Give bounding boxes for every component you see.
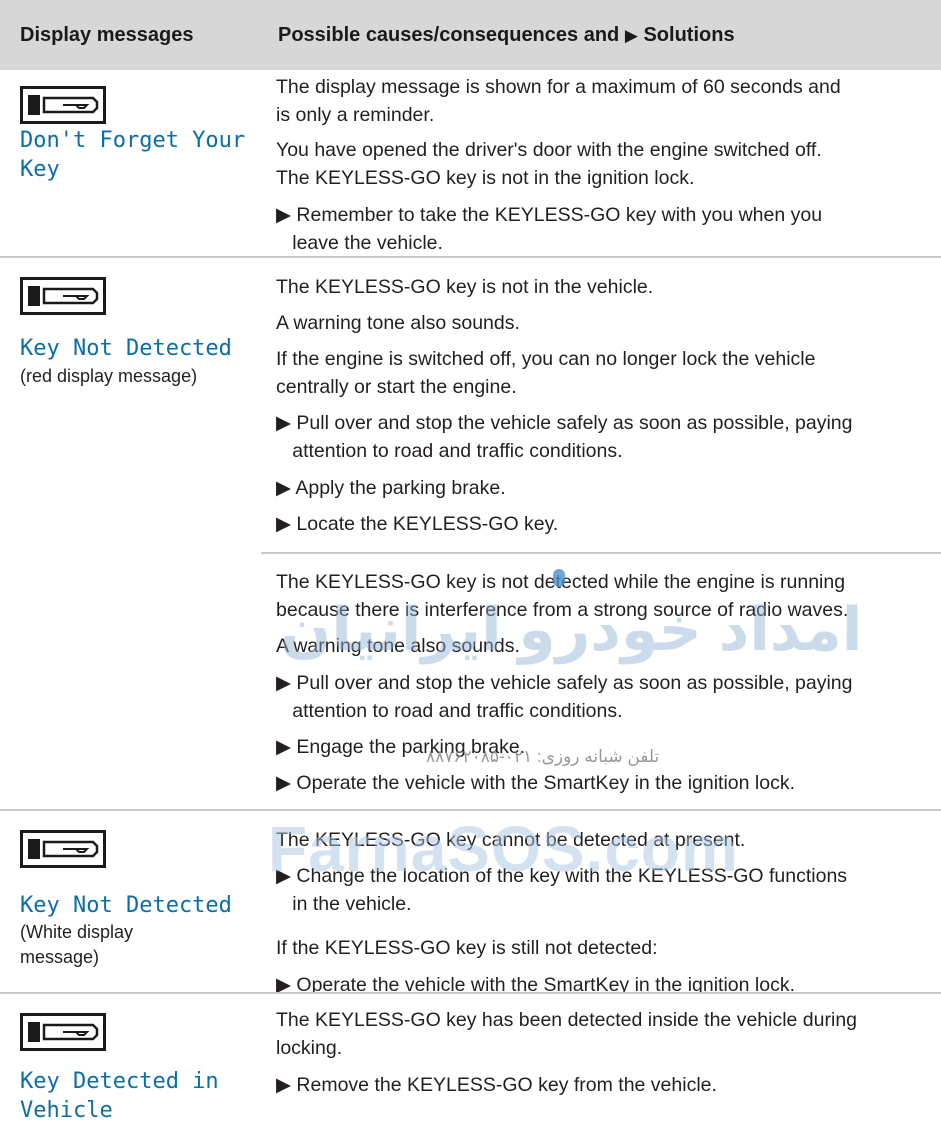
- bullet-step: ▶ Operate the vehicle with the SmartKey …: [276, 772, 796, 794]
- sub-row-divider: [261, 552, 941, 554]
- paragraph: The display message is shown for a maxim…: [276, 76, 841, 98]
- bullet-step-cont: attention to road and traffic conditions…: [276, 440, 623, 462]
- paragraph: You have opened the driver's door with t…: [276, 139, 822, 161]
- paragraph: If the KEYLESS-GO key is still not detec…: [276, 937, 658, 959]
- paragraph: The KEYLESS-GO key is not in the vehicle…: [276, 276, 654, 298]
- display-message-title: Don't Forget Your: [20, 128, 246, 153]
- header-display-messages: Display messages: [20, 24, 194, 46]
- display-message-title-line2: Vehicle: [20, 1098, 113, 1123]
- header-causes-solutions: Possible causes/consequences and ▶ Solut…: [278, 24, 735, 47]
- key-icon: [20, 277, 106, 315]
- bullet-step: ▶ Locate the KEYLESS-GO key.: [276, 513, 559, 535]
- watermark-dot: [553, 569, 565, 587]
- bullet-step: ▶ Pull over and stop the vehicle safely …: [276, 672, 853, 694]
- bullet-step: ▶ Remember to take the KEYLESS-GO key wi…: [276, 204, 823, 226]
- display-message-note-line2: message): [20, 947, 100, 967]
- display-message-title: Key Detected in: [20, 1069, 219, 1094]
- watermark-site-text: FarnaSOS.com: [268, 813, 739, 885]
- paragraph: If the engine is switched off, you can n…: [276, 348, 816, 370]
- paragraph: The KEYLESS-GO key has been detected ins…: [276, 1009, 858, 1031]
- bullet-step: ▶ Apply the parking brake.: [276, 477, 506, 499]
- header-causes-text: Possible causes/consequences and: [278, 24, 625, 46]
- header-solutions-text: Solutions: [637, 24, 735, 46]
- bullet-step-cont: in the vehicle.: [276, 893, 412, 915]
- bullet-step-cont: attention to road and traffic conditions…: [276, 700, 623, 722]
- display-message-title-line2: Key: [20, 157, 60, 182]
- display-message-title: Key Not Detected: [20, 336, 232, 361]
- paragraph: locking.: [276, 1037, 343, 1059]
- solution-arrow-icon: ▶: [624, 26, 638, 45]
- key-icon: [20, 830, 106, 868]
- display-message-note: (red display message): [20, 366, 198, 386]
- display-message-title: Key Not Detected: [20, 893, 232, 918]
- key-icon: [20, 86, 106, 124]
- bullet-step: ▶ Remove the KEYLESS-GO key from the veh…: [276, 1074, 717, 1096]
- paragraph: The KEYLESS-GO key is not in the ignitio…: [276, 167, 695, 189]
- manual-page: Display messages Possible causes/consequ…: [0, 0, 941, 1133]
- bullet-step-cont: leave the vehicle.: [276, 232, 443, 254]
- table-header: Display messages Possible causes/consequ…: [0, 0, 941, 70]
- paragraph: is only a reminder.: [276, 104, 435, 126]
- bullet-step: ▶ Pull over and stop the vehicle safely …: [276, 412, 853, 434]
- table-row: Key Detected in Vehicle The KEYLESS-GO k…: [0, 994, 941, 1133]
- watermark-phone-text: تلفن شبانه روزی: ۰۲۱-۸۸۷۶۲۰۸۵: [426, 747, 660, 766]
- table-row: Key Not Detected (red display message) T…: [0, 258, 941, 809]
- key-icon: [20, 1013, 106, 1051]
- display-message-note: (White display: [20, 922, 134, 942]
- paragraph: A warning tone also sounds.: [276, 312, 520, 334]
- paragraph: centrally or start the engine.: [276, 376, 517, 398]
- watermark-arabic-text: امداد خودرو ایرانیان: [280, 596, 863, 663]
